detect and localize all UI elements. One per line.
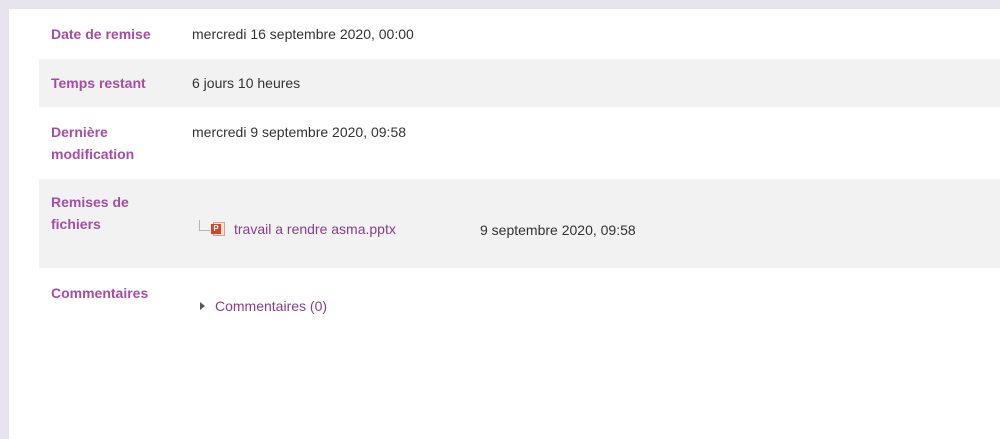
file-submissions-row: Remises de fichiers P travail a rendre a…: [39, 179, 1000, 268]
tree-connector-icon: [199, 219, 210, 231]
file-submissions-label: Remises de fichiers: [51, 191, 129, 235]
last-modified-label: Dernière modification: [51, 121, 134, 165]
file-entry: P travail a rendre asma.pptx: [199, 219, 396, 239]
comments-row: Commentaires Commentaires (0): [39, 268, 1000, 439]
due-date-row: Date de remise mercredi 16 septembre 202…: [39, 9, 1000, 59]
last-modified-label-line2: modification: [51, 146, 135, 162]
file-submissions-label-line2: fichiers: [51, 216, 101, 232]
pptx-file-icon: P: [211, 222, 225, 236]
due-date-value: mercredi 16 septembre 2020, 00:00: [192, 26, 414, 42]
time-remaining-value: 6 jours 10 heures: [192, 75, 301, 91]
file-submissions-label-line1: Remises de: [51, 194, 129, 210]
last-modified-value: mercredi 9 septembre 2020, 09:58: [192, 124, 407, 140]
file-link[interactable]: travail a rendre asma.pptx: [234, 221, 396, 237]
pptx-file-badge: P: [211, 224, 221, 234]
time-remaining-label: Temps restant: [51, 75, 146, 91]
due-date-label: Date de remise: [51, 26, 151, 42]
comments-toggle[interactable]: Commentaires (0): [200, 298, 327, 314]
last-modified-row: Dernière modification mercredi 9 septemb…: [39, 107, 1000, 179]
submission-status-panel: Date de remise mercredi 16 septembre 202…: [9, 9, 1000, 439]
last-modified-label-line1: Dernière: [51, 124, 108, 140]
comments-link[interactable]: Commentaires (0): [215, 298, 327, 314]
caret-right-icon: [200, 302, 205, 310]
comments-label: Commentaires: [51, 285, 149, 301]
file-date: 9 septembre 2020, 09:58: [480, 222, 636, 238]
time-remaining-row: Temps restant 6 jours 10 heures: [39, 59, 1000, 107]
